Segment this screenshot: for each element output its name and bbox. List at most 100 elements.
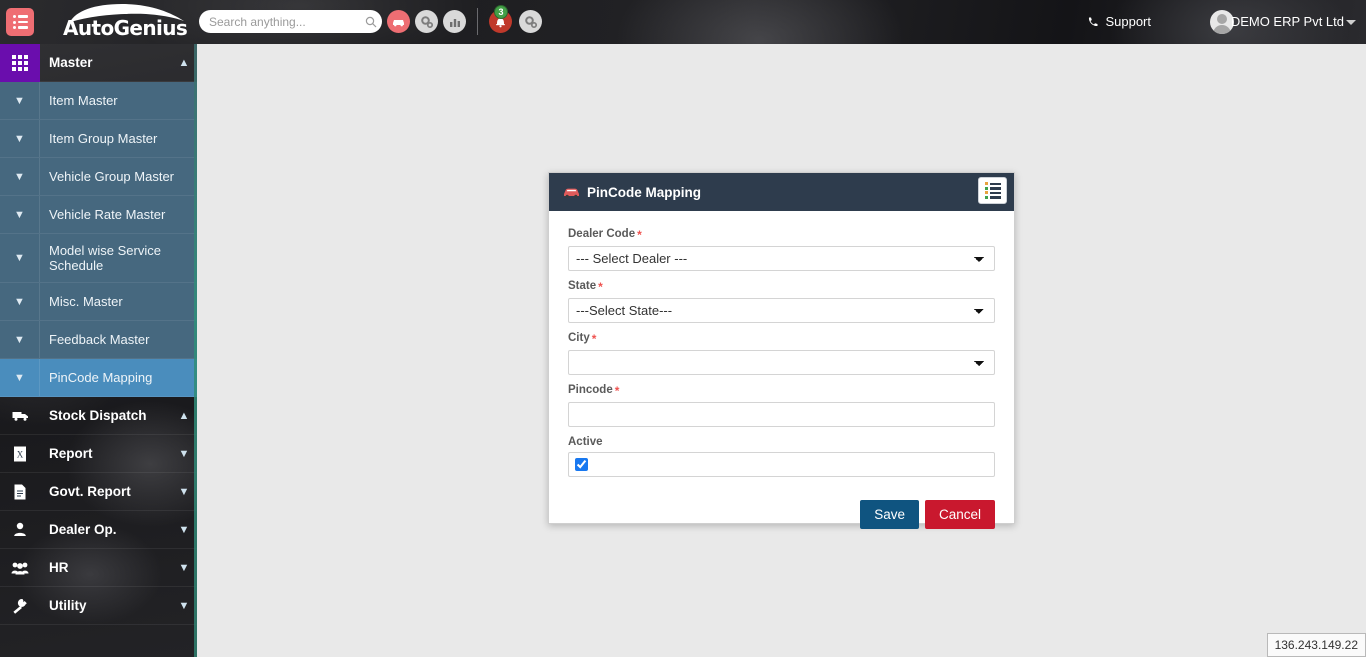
chevron-down-icon: ▼ [0, 82, 40, 119]
chevron-down-icon: ▼ [0, 234, 40, 282]
sidebar-group-label: Govt. Report [49, 484, 131, 499]
sidebar-item-model-wise-service-schedule[interactable]: ▼ Model wise Service Schedule [0, 234, 197, 283]
sidebar-group-report[interactable]: X Report ▼ [0, 435, 197, 473]
users-group-icon [0, 549, 40, 587]
sidebar-group-label: HR [49, 560, 69, 575]
chevron-down-icon: ▼ [178, 447, 190, 460]
required-marker: * [637, 228, 642, 242]
hamburger-list-icon [12, 13, 28, 32]
ip-address-badge: 136.243.149.22 [1266, 633, 1366, 657]
dialog-title-wrap: PinCode Mapping [563, 185, 701, 200]
required-marker: * [598, 280, 603, 294]
truck-icon [0, 397, 40, 435]
chevron-down-icon: ▼ [0, 321, 40, 358]
car-icon [564, 188, 579, 198]
user-icon [0, 511, 40, 549]
state-label: State * [568, 280, 603, 294]
dialog-actions: Save Cancel [549, 486, 1014, 529]
sidebar-group-dealer-op[interactable]: Dealer Op. ▼ [0, 511, 197, 549]
active-checkbox-wrap [568, 452, 995, 477]
sidebar-group-stock-dispatch[interactable]: Stock Dispatch ▲ [0, 397, 197, 435]
sidebar-item-label: PinCode Mapping [49, 370, 153, 385]
dealer-code-select[interactable]: --- Select Dealer --- [568, 246, 995, 271]
search-box[interactable] [199, 10, 382, 33]
sidebar-item-label: Vehicle Rate Master [49, 207, 166, 222]
sidebar-item-item-master[interactable]: ▼ Item Master [0, 82, 197, 120]
cogs-icon[interactable] [519, 10, 542, 33]
dialog-title: PinCode Mapping [587, 184, 701, 200]
sidebar-group-hr[interactable]: HR ▼ [0, 549, 197, 587]
field-group-dealer-code: Dealer Code * --- Select Dealer --- [568, 228, 995, 271]
sidebar-group-label: Report [49, 446, 93, 461]
sidebar-group-label: Dealer Op. [49, 522, 117, 537]
sidebar-item-misc-master[interactable]: ▼ Misc. Master [0, 283, 197, 321]
state-select[interactable]: ---Select State--- [568, 298, 995, 323]
phone-icon [1089, 17, 1098, 26]
required-marker: * [614, 384, 620, 398]
sidebar-item-vehicle-group-master[interactable]: ▼ Vehicle Group Master [0, 158, 197, 196]
city-select[interactable] [568, 350, 995, 375]
pincode-input[interactable] [568, 402, 995, 427]
svg-text:X: X [17, 449, 24, 459]
sidebar-group-govt-report[interactable]: Govt. Report ▼ [0, 473, 197, 511]
notification-badge: 3 [494, 5, 508, 19]
car-icon[interactable] [387, 10, 410, 33]
chevron-down-icon: ▼ [178, 599, 190, 612]
wrench-icon [0, 587, 40, 625]
sidebar-item-feedback-master[interactable]: ▼ Feedback Master [0, 321, 197, 359]
dialog-body: Dealer Code * --- Select Dealer --- State… [549, 211, 1014, 477]
menu-toggle-button[interactable] [6, 8, 34, 36]
document-icon [0, 473, 40, 511]
search-icon[interactable] [364, 12, 377, 32]
chevron-up-icon: ▲ [178, 56, 190, 69]
field-group-city: City * [568, 332, 995, 375]
pincode-label: Pincode * [568, 384, 620, 398]
list-icon[interactable] [978, 177, 1007, 204]
sidebar-group-label: Utility [49, 598, 87, 613]
sidebar-group-utility[interactable]: Utility ▼ [0, 587, 197, 625]
chevron-up-icon: ▲ [178, 409, 190, 422]
sidebar-group-label: Master [49, 55, 93, 70]
chevron-down-icon: ▼ [178, 485, 190, 498]
sidebar-item-label: Item Master [49, 93, 118, 108]
sidebar-group-master[interactable]: Master ▲ [0, 44, 197, 82]
gears-icon[interactable] [415, 10, 438, 33]
support-label: Support [1105, 14, 1151, 29]
chevron-down-icon: ▼ [0, 120, 40, 157]
sidebar-item-vehicle-rate-master[interactable]: ▼ Vehicle Rate Master [0, 196, 197, 234]
excel-file-icon: X [0, 435, 40, 473]
bar-chart-icon[interactable] [443, 10, 466, 33]
support-link[interactable]: Support [1087, 14, 1151, 29]
required-marker: * [591, 332, 597, 346]
chevron-down-icon: ▼ [0, 196, 40, 233]
save-button[interactable]: Save [860, 500, 919, 529]
cancel-button[interactable]: Cancel [924, 500, 995, 529]
sidebar-item-label: Item Group Master [49, 131, 158, 146]
header-divider [477, 8, 478, 35]
sidebar-item-pincode-mapping[interactable]: ▼ PinCode Mapping [0, 359, 197, 397]
sidebar-item-item-group-master[interactable]: ▼ Item Group Master [0, 120, 197, 158]
chevron-down-icon: ▼ [0, 359, 40, 396]
chevron-down-icon: ▼ [178, 523, 190, 536]
city-label: City * [568, 332, 597, 346]
sidebar-item-label: Vehicle Group Master [49, 169, 175, 184]
caret-down-icon[interactable] [1346, 20, 1356, 25]
search-input[interactable] [209, 11, 364, 32]
active-checkbox[interactable] [575, 458, 588, 471]
sidebar-item-label: Model wise Service Schedule [49, 243, 161, 273]
dealer-code-label: Dealer Code * [568, 228, 642, 242]
logo-wordmark: AutoGenius [63, 16, 188, 40]
username-label[interactable]: DEMO ERP Pvt Ltd [1231, 14, 1344, 29]
app-logo[interactable]: AutoGenius [58, 0, 193, 44]
sidebar-item-label: Feedback Master [49, 332, 150, 347]
pincode-mapping-dialog: PinCode Mapping Dealer Code * --- Select … [548, 172, 1015, 529]
chevron-down-icon: ▼ [0, 158, 40, 195]
sidebar-group-label: Stock Dispatch [49, 408, 147, 423]
top-header-bar: AutoGenius 3 [0, 0, 1366, 44]
chevron-down-icon: ▼ [0, 283, 40, 320]
chevron-down-icon: ▼ [178, 561, 190, 574]
grid-icon [0, 44, 40, 82]
field-group-pincode: Pincode * [568, 384, 995, 427]
field-group-active: Active [568, 436, 995, 477]
dialog-header: PinCode Mapping [549, 173, 1014, 211]
